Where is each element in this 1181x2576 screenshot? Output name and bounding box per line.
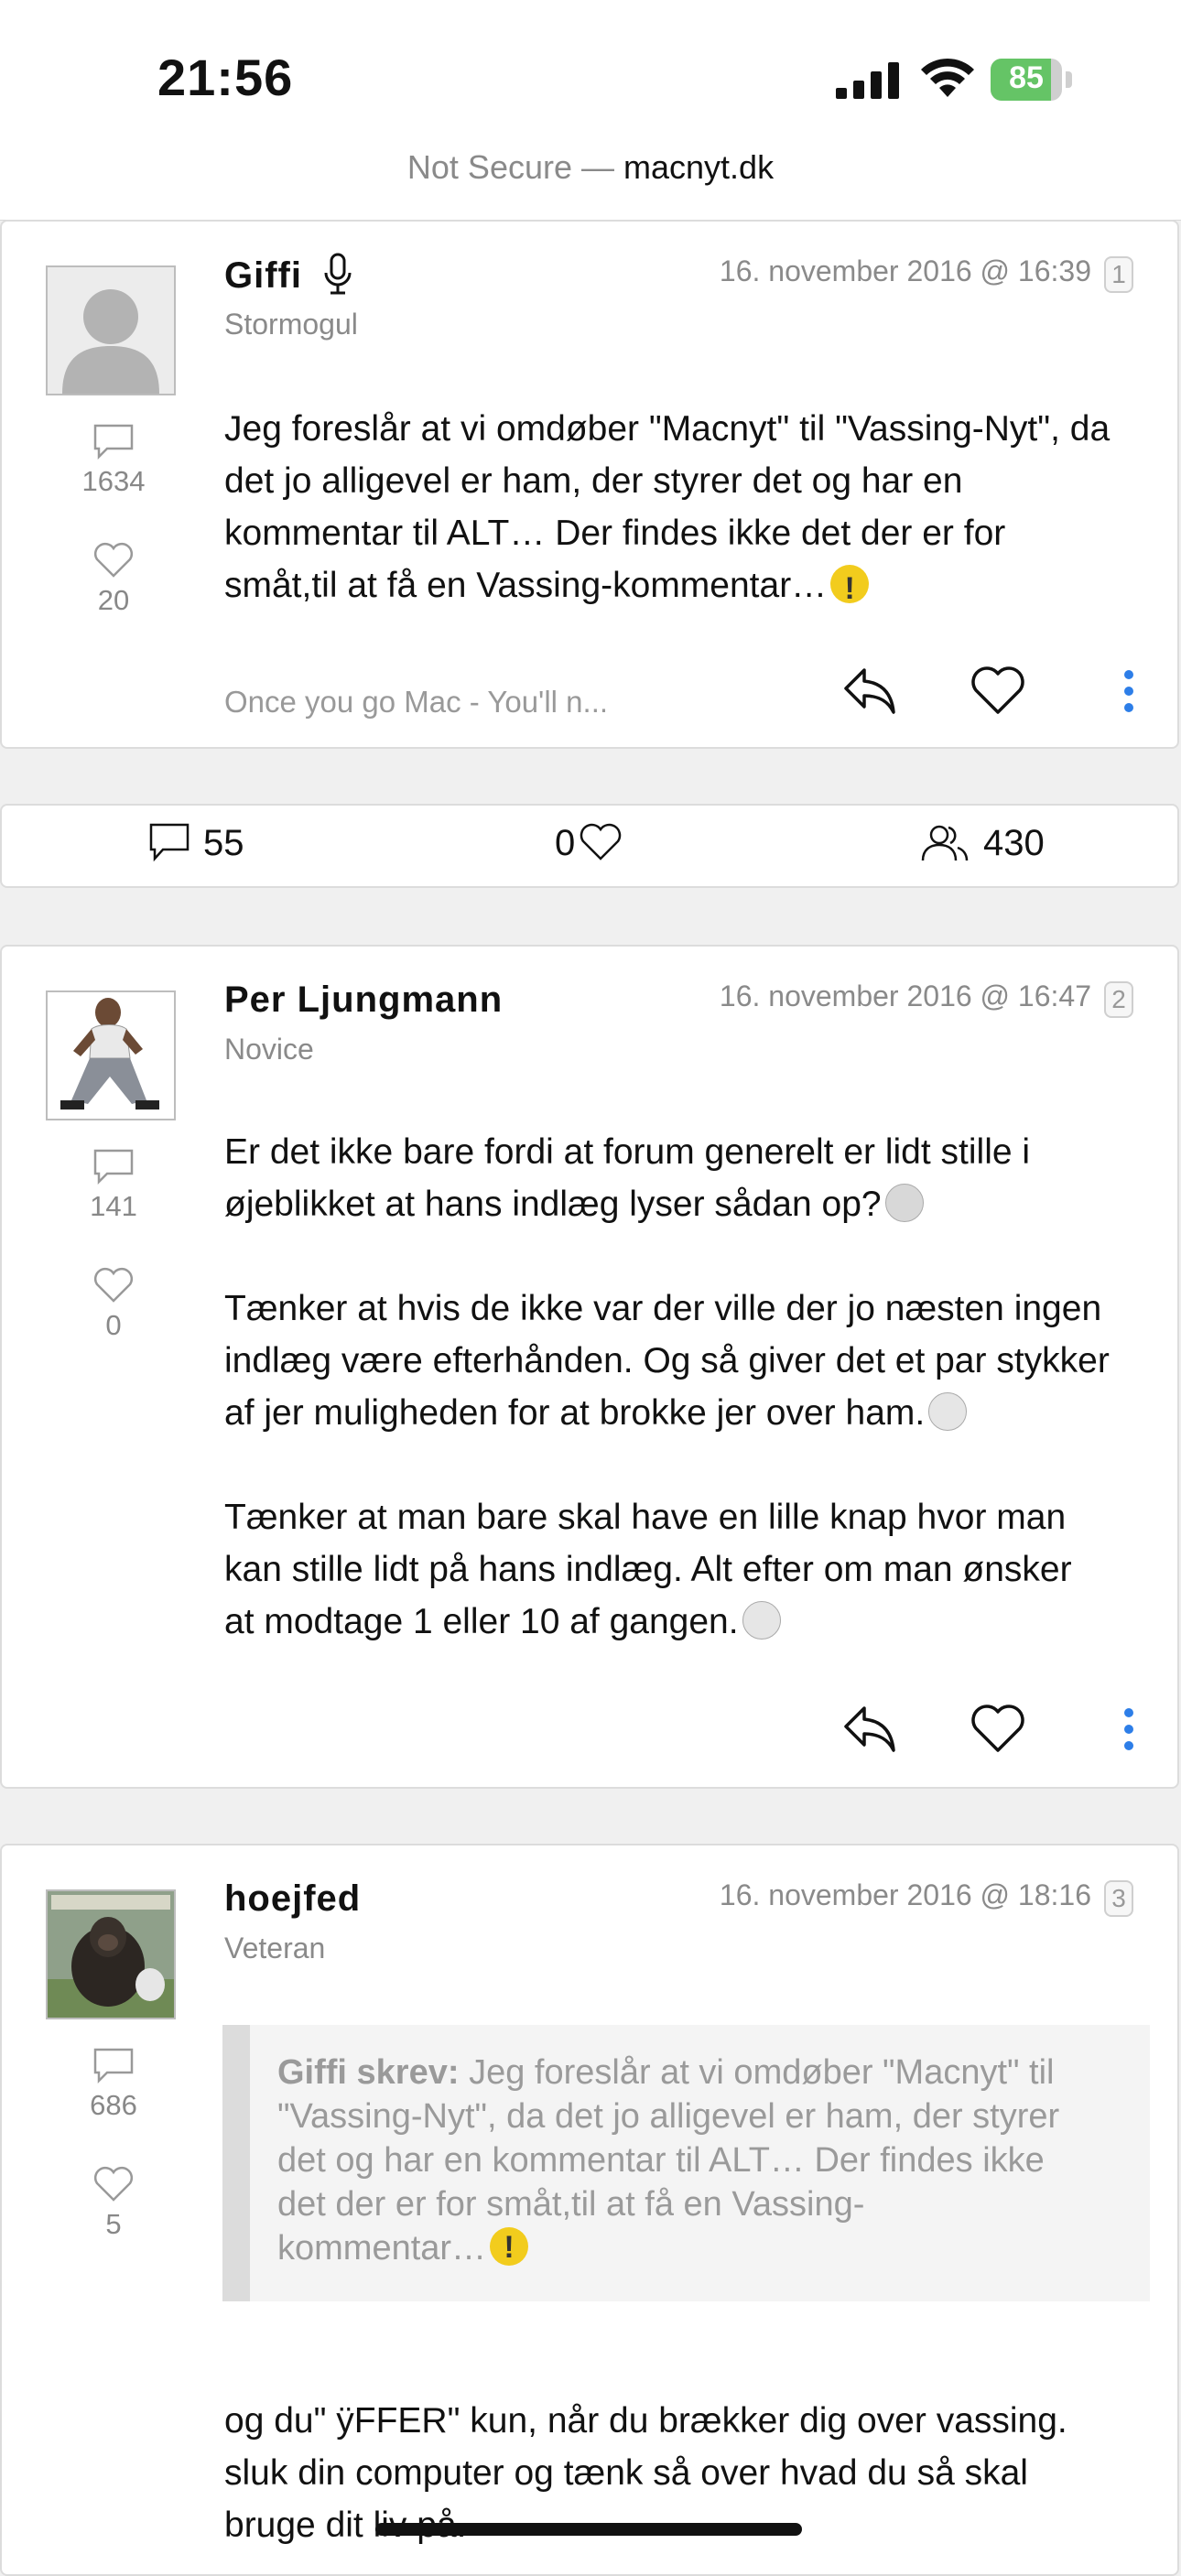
view-count: 430 — [919, 822, 1045, 864]
home-indicator[interactable] — [375, 2523, 802, 2536]
post-number[interactable]: 2 — [1104, 981, 1133, 1018]
exclamation-emoji-icon — [830, 563, 870, 615]
quote-author: Giffi skrev: — [277, 2053, 460, 2092]
heart-icon — [580, 823, 622, 860]
battery-percent: 85 — [1009, 60, 1044, 95]
post-number[interactable]: 3 — [1104, 1880, 1133, 1917]
wifi-icon — [921, 58, 974, 97]
heart-icon — [93, 542, 134, 578]
comment-count: 1634 — [57, 423, 170, 498]
status-bar: 21:56 85 — [0, 0, 1181, 137]
tongue-emoji-icon — [928, 1392, 968, 1431]
user-photo-icon — [48, 992, 174, 1119]
heart-icon — [93, 2166, 134, 2202]
like-button-icon[interactable] — [970, 1703, 1026, 1754]
author-name[interactable]: Per Ljungmann — [224, 980, 503, 1021]
like-count: 20 — [57, 542, 170, 617]
clock: 21:56 — [157, 49, 294, 106]
post-date: 16. november 2016 @ 16:39 — [719, 254, 1091, 287]
comment-count: 686 — [57, 2047, 170, 2122]
comment-icon — [93, 424, 134, 460]
reply-count: 55 — [148, 822, 244, 864]
author-name[interactable]: hoejfed — [224, 1878, 361, 1920]
tongue-emoji-icon — [742, 1601, 781, 1640]
more-options-icon[interactable] — [1122, 1706, 1135, 1752]
reply-icon[interactable] — [842, 665, 897, 716]
author-rank: Veteran — [224, 1932, 326, 1964]
quote-block: Giffi skrev: Jeg foreslår at vi omdøber … — [222, 2025, 1150, 2301]
user-photo-icon — [48, 1891, 174, 2018]
post-body: Jeg foreslår at vi omdøber "Macnyt" til … — [224, 403, 1149, 615]
smile-emoji-icon — [884, 1184, 924, 1222]
microphone-icon — [324, 253, 352, 295]
avatar[interactable] — [46, 990, 176, 1120]
address-bar[interactable]: Not Secure — macnyt.dk — [0, 137, 1181, 221]
url-host: macnyt.dk — [623, 148, 775, 186]
post-card: 1634 20 Giffi Stormogul 16. november 201… — [0, 220, 1179, 749]
not-secure-label: Not Secure — — [406, 148, 614, 186]
post-card: 141 0 Per Ljungmann Novice 16. november … — [0, 945, 1179, 1789]
default-avatar-icon — [48, 267, 174, 394]
battery-icon: 85 — [991, 59, 1077, 101]
comment-count: 141 — [57, 1148, 170, 1223]
comment-icon — [149, 823, 190, 862]
post-date: 16. november 2016 @ 16:47 — [719, 980, 1091, 1012]
signature: Once you go Mac - You'll n... — [224, 685, 609, 719]
avatar[interactable] — [46, 1889, 176, 2019]
post-body: Er det ikke bare fordi at forum generelt… — [224, 1132, 1110, 1641]
avatar[interactable] — [46, 265, 176, 395]
users-icon — [921, 825, 969, 861]
more-options-icon[interactable] — [1122, 668, 1135, 714]
like-button-icon[interactable] — [970, 665, 1026, 716]
post-number[interactable]: 1 — [1104, 256, 1133, 293]
post-date: 16. november 2016 @ 18:16 — [719, 1878, 1091, 1911]
cellular-signal-icon — [836, 62, 899, 99]
reply-icon[interactable] — [842, 1703, 897, 1754]
comment-icon — [93, 2048, 134, 2084]
like-count: 5 — [57, 2166, 170, 2241]
like-count: 0 — [57, 1267, 170, 1342]
thread-like-count[interactable]: 0 — [555, 822, 623, 864]
heart-icon — [93, 1267, 134, 1303]
exclamation-emoji-icon — [490, 2225, 529, 2269]
author-name[interactable]: Giffi — [224, 253, 353, 297]
comment-icon — [93, 1149, 134, 1185]
author-rank: Stormogul — [224, 308, 358, 341]
thread-stats-bar: 55 0 430 — [0, 804, 1179, 888]
author-rank: Novice — [224, 1033, 314, 1066]
